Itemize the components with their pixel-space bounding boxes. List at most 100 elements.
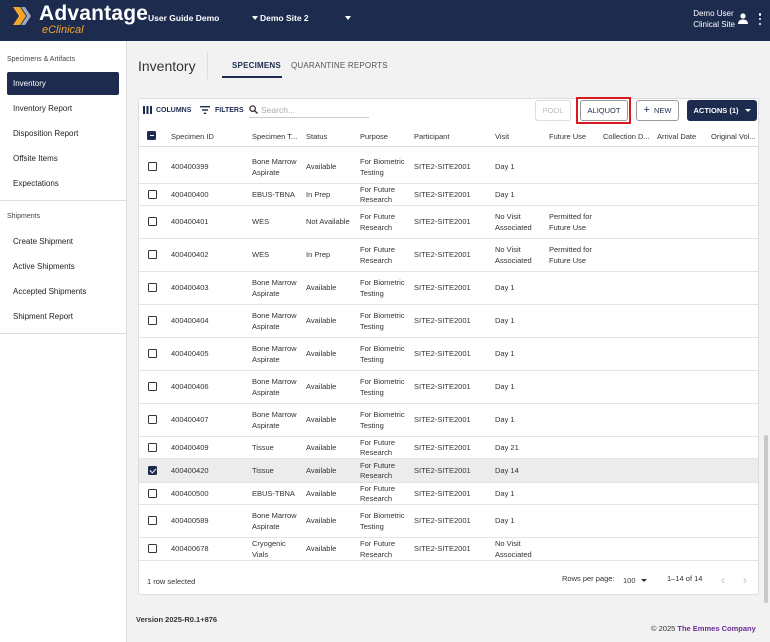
table-row[interactable]: 400400402 WES In Prep For Future Research SI… — [139, 239, 758, 272]
more-menu-icon[interactable] — [758, 13, 762, 25]
row-checkbox[interactable] — [148, 316, 157, 325]
table-row[interactable]: 400400401 WES Not Available For Future Rese… — [139, 206, 758, 239]
cell-participant: SITE2-SITE2001 — [414, 217, 471, 227]
column-header-arrival-date[interactable]: Arrival Date — [657, 132, 696, 141]
sidebar-item-expectations[interactable]: Expectations — [7, 172, 119, 195]
tab-specimens[interactable]: SPECIMENS — [232, 61, 281, 70]
row-checkbox[interactable] — [148, 488, 157, 498]
table-row[interactable]: 400400399 Bone Marrow Aspirate Available Fo… — [139, 151, 758, 184]
cell-purpose: For Future Research — [360, 539, 396, 559]
row-checkbox[interactable] — [148, 544, 157, 553]
row-checkbox[interactable] — [148, 283, 157, 292]
table-row[interactable]: 400400405 Bone Marrow Aspirate Available Fo… — [139, 338, 758, 371]
sidebar-item-offsite-items[interactable]: Offsite Items — [7, 147, 119, 170]
row-checkbox[interactable] — [148, 382, 157, 391]
sidebar-item-accepted-shipments[interactable]: Accepted Shipments — [7, 280, 119, 303]
top-bar: Advantage eClinical User Guide Demo Demo… — [0, 0, 770, 41]
column-header-status[interactable]: Status — [306, 132, 327, 141]
table-row[interactable]: 400400420 Tissue Available For Future Resea… — [139, 459, 758, 483]
cell-participant: SITE2-SITE2001 — [414, 544, 471, 554]
actions-button[interactable]: ACTIONS (1) — [687, 100, 757, 121]
table-row[interactable]: 400400409 Tissue Available For Future Resea… — [139, 437, 758, 459]
table-row[interactable]: 400400403 Bone Marrow Aspirate Available Fo… — [139, 272, 758, 305]
new-button[interactable]: + NEW — [636, 100, 679, 121]
row-checkbox[interactable] — [148, 415, 157, 424]
row-checkbox[interactable] — [148, 217, 157, 226]
row-checkbox[interactable] — [148, 349, 157, 358]
filters-button[interactable]: FILTERS — [200, 106, 244, 114]
cell-future-use: Permitted for Future Use — [549, 212, 592, 232]
row-checkbox[interactable] — [148, 189, 157, 199]
title-divider — [207, 52, 208, 79]
cell-status: Not Available — [306, 217, 350, 227]
cell-future-use — [549, 538, 597, 561]
pool-button[interactable]: POOL — [535, 100, 571, 121]
cell-purpose: For Biometric Testing — [360, 511, 405, 531]
site-select[interactable]: Demo Site 2 — [260, 13, 351, 23]
table-row[interactable]: 400400404 Bone Marrow Aspirate Available Fo… — [139, 305, 758, 338]
row-checkbox[interactable] — [148, 442, 157, 452]
columns-button[interactable]: COLUMNS — [143, 106, 191, 114]
cell-specimen-type: Cryogenic Vials — [252, 539, 286, 559]
sidebar-item-label: Shipment Report — [13, 312, 74, 321]
sidebar-item-disposition-report[interactable]: Disposition Report — [7, 122, 119, 145]
table-row[interactable]: 400400678 Cryogenic Vials Available For Fut… — [139, 538, 758, 561]
cell-specimen-type: Bone Marrow Aspirate — [252, 311, 297, 331]
actions-label: ACTIONS (1) — [693, 106, 739, 115]
search-input[interactable]: Search... — [261, 105, 295, 115]
cell-status: Available — [306, 516, 337, 526]
cell-future-use — [549, 505, 597, 538]
chevron-down-icon — [252, 16, 259, 20]
row-checkbox[interactable] — [148, 162, 157, 171]
cell-status: Available — [306, 316, 337, 326]
table-row[interactable]: 400400400 EBUS-TBNA In Prep For Future Rese… — [139, 184, 758, 206]
cell-specimen-id: 400400409 — [171, 442, 209, 452]
cell-specimen-type: Bone Marrow Aspirate — [252, 344, 297, 364]
next-page-icon[interactable]: › — [743, 573, 747, 587]
cell-status: Available — [306, 465, 337, 475]
pagination-range: 1–14 of 14 — [667, 574, 703, 583]
company-link[interactable]: The Emmes Company — [677, 624, 755, 633]
cell-specimen-id: 400400407 — [171, 415, 209, 425]
cell-future-use: Permitted for Future Use — [549, 245, 592, 265]
user-site: Clinical Site — [693, 20, 735, 29]
column-header-original-volume[interactable]: Original Vol... — [711, 132, 756, 141]
cell-future-use — [549, 483, 597, 505]
column-header-participant[interactable]: Participant — [414, 132, 449, 141]
cell-status: Available — [306, 442, 337, 452]
page-scrollbar[interactable] — [764, 435, 768, 603]
sidebar-item-create-shipment[interactable]: Create Shipment — [7, 230, 119, 253]
aliquot-button[interactable]: ALIQUOT — [580, 100, 628, 121]
user-icon[interactable] — [738, 13, 748, 25]
cell-visit: Day 21 — [495, 442, 519, 452]
table-row[interactable]: 400400406 Bone Marrow Aspirate Available Fo… — [139, 371, 758, 404]
table-row[interactable]: 400400407 Bone Marrow Aspirate Available Fo… — [139, 404, 758, 437]
tab-quarantine-reports[interactable]: QUARANTINE REPORTS — [291, 61, 388, 70]
column-header-purpose[interactable]: Purpose — [360, 132, 388, 141]
sidebar-item-active-shipments[interactable]: Active Shipments — [7, 255, 119, 278]
cell-specimen-id: 400400401 — [171, 217, 209, 227]
sidebar-item-inventory-report[interactable]: Inventory Report — [7, 97, 119, 120]
column-header-specimen-id[interactable]: Specimen ID — [171, 132, 214, 141]
column-header-specimen-type[interactable]: Specimen T... — [252, 132, 297, 141]
cell-specimen-id: 400400400 — [171, 189, 209, 199]
user-info[interactable]: Demo User Clinical Site — [693, 8, 735, 30]
column-header-collection-date[interactable]: Collection D... — [603, 132, 650, 141]
column-header-future-use[interactable]: Future Use — [549, 132, 586, 141]
rows-per-page-label: Rows per page: — [562, 574, 615, 583]
row-checkbox[interactable] — [148, 465, 157, 475]
sidebar-item-shipment-report[interactable]: Shipment Report — [7, 305, 119, 328]
prev-page-icon[interactable]: ‹ — [721, 573, 725, 587]
column-header-visit[interactable]: Visit — [495, 132, 509, 141]
row-checkbox[interactable] — [148, 516, 157, 525]
app-logo[interactable]: Advantage eClinical — [12, 3, 148, 36]
row-checkbox[interactable] — [148, 250, 157, 259]
select-all-checkbox[interactable] — [147, 131, 156, 140]
table-row[interactable]: 400400589 Bone Marrow Aspirate Available Fo… — [139, 505, 758, 538]
study-select[interactable]: User Guide Demo — [148, 13, 259, 23]
rows-per-page-select[interactable]: 100 — [623, 576, 647, 585]
columns-label: COLUMNS — [156, 106, 192, 114]
sidebar-item-inventory[interactable]: Inventory — [7, 72, 119, 95]
cell-future-use — [549, 272, 597, 305]
table-row[interactable]: 400400500 EBUS-TBNA Available For Future Re… — [139, 483, 758, 505]
